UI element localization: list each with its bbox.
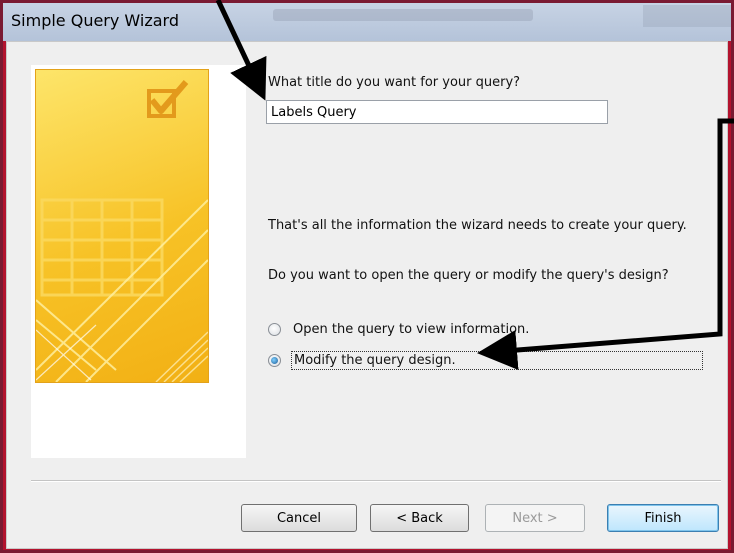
option-open-query[interactable]: Open the query to view information. <box>268 318 531 340</box>
back-button[interactable]: < Back <box>370 504 469 532</box>
next-button[interactable]: Next > <box>485 504 585 532</box>
option-label[interactable]: Open the query to view information. <box>291 321 531 338</box>
cancel-button[interactable]: Cancel <box>241 504 357 532</box>
open-query-radio[interactable] <box>268 322 281 336</box>
finish-button[interactable]: Finish <box>607 504 719 532</box>
info-text: That's all the information the wizard ne… <box>268 218 687 233</box>
modify-design-radio[interactable] <box>268 353 281 367</box>
title-prompt-label: What title do you want for your query? <box>268 75 521 90</box>
window-title: Simple Query Wizard <box>11 11 179 30</box>
query-title-input[interactable] <box>266 100 608 124</box>
option-modify-design[interactable]: Modify the query design. <box>268 349 703 371</box>
background-ribbon-blur <box>273 9 533 21</box>
wizard-body: What title do you want for your query? T… <box>6 41 728 549</box>
wizard-checkmark-illustration-icon <box>35 69 209 383</box>
background-window-blur <box>643 5 731 27</box>
option-label[interactable]: Modify the query design. <box>291 350 703 370</box>
divider <box>31 480 721 482</box>
title-bar[interactable]: Simple Query Wizard <box>3 3 731 41</box>
wizard-image-panel <box>31 65 246 458</box>
wizard-window: Simple Query Wizard What title do you wa… <box>0 0 734 553</box>
open-or-modify-prompt: Do you want to open the query or modify … <box>268 268 669 283</box>
